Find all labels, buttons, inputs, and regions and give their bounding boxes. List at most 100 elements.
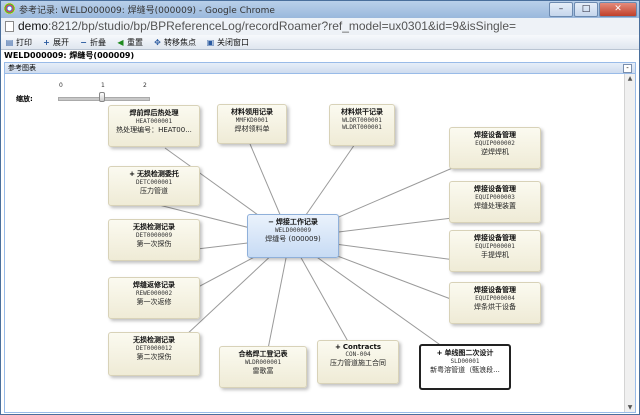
node-title: 焊缝返修记录 [133, 281, 175, 289]
node-code: WELD000009 [274, 227, 312, 234]
node-ndt-commission[interactable]: + 无损检测委托 DETC000001 压力管道 [108, 166, 200, 206]
node-title: 材料烘干记录 [341, 108, 383, 116]
print-label: 打印 [16, 37, 32, 47]
expand-icon: + [43, 37, 50, 47]
node-desc: 焊条烘干设备 [474, 303, 516, 311]
node-weld-repair[interactable]: 焊缝返修记录 REWE000002 第一次返修 [108, 277, 200, 319]
node-desc: 焊缝处理装置 [474, 202, 516, 210]
node-ndt-record-1[interactable]: 无损检测记录 DET0000009 第一次探伤 [108, 219, 200, 261]
scroll-up-arrow-icon[interactable]: ▲ [625, 74, 635, 83]
node-desc: 新粤溶管道（甄浪段... [430, 366, 500, 374]
node-desc: WLDRT000001 [342, 124, 382, 131]
node-code: DET0000012 [135, 345, 173, 352]
node-desc: 压力管道 [140, 187, 168, 195]
node-title: 焊接工作记录 [275, 218, 318, 226]
collapse-node-icon[interactable]: − [268, 218, 274, 226]
node-code: DETC000001 [135, 179, 173, 186]
address-bar[interactable]: demo:8212/bp/studio/bp/BPReferenceLog/re… [1, 18, 639, 36]
close-button[interactable]: ✕ [599, 2, 637, 17]
node-heat-treatment[interactable]: 焊前焊后热处理 HEAT000001 热处理编号：HEAT00... [108, 105, 200, 147]
minimize-button[interactable]: – [549, 2, 573, 17]
node-code: EQUIP000001 [475, 243, 515, 250]
expand-node-icon[interactable]: + [335, 343, 341, 351]
node-equipment-4[interactable]: 焊接设备管理 EQUIP000004 焊条烘干设备 [449, 282, 541, 324]
node-equipment-1[interactable]: 焊接设备管理 EQUIP000001 手提焊机 [449, 230, 541, 272]
node-title: 无损检测记录 [133, 336, 175, 344]
browser-window: 参考记录: WELD000009: 焊缝号(000009) - Google C… [0, 0, 640, 415]
close-window-icon: ▣ [206, 37, 215, 47]
node-title: 焊接设备管理 [474, 286, 516, 294]
zoom-tick-0: 0 [59, 82, 63, 89]
node-title: 合格焊工登记表 [238, 350, 288, 358]
chrome-icon [4, 3, 15, 14]
url-text[interactable]: demo:8212/bp/studio/bp/BPReferenceLog/re… [18, 19, 516, 33]
node-title: 材料领用记录 [231, 108, 273, 116]
reset-button[interactable]: ◀ 重置 [116, 37, 143, 48]
node-contracts[interactable]: + Contracts CON-004 压力管道施工合同 [317, 340, 399, 384]
maximize-button[interactable]: □ [574, 2, 598, 17]
node-desc: 焊缝号 (000009) [265, 235, 321, 243]
node-code: MMFKD0001 [235, 117, 269, 124]
move-focus-button[interactable]: ✥ 转移焦点 [153, 37, 196, 48]
record-title: WELD000009: 焊缝号(000009) [1, 50, 639, 62]
node-ndt-record-2[interactable]: 无损检测记录 DET0000012 第二次探伤 [108, 332, 200, 376]
node-equipment-2[interactable]: 焊接设备管理 EQUIP000002 逆焊焊机 [449, 127, 541, 169]
node-code: CON-004 [345, 351, 371, 358]
node-center-welding-record[interactable]: − 焊接工作记录 WELD000009 焊缝号 (000009) [247, 214, 339, 258]
collapse-button[interactable]: − 折叠 [79, 37, 106, 48]
graph-canvas[interactable]: 缩放: 0 1 2 焊前焊后热处理 HEAT000001 热处理编号：HEAT0… [5, 74, 625, 412]
url-host: demo [18, 19, 49, 33]
reset-icon: ◀ [117, 37, 124, 47]
title-bar: 参考记录: WELD000009: 焊缝号(000009) - Google C… [1, 1, 639, 18]
node-code: WLDRT000001 [342, 117, 382, 124]
node-desc: 压力管道施工合同 [330, 359, 386, 367]
panel-title: 参考图表 [8, 64, 36, 72]
node-title: 焊接设备管理 [474, 185, 516, 193]
node-title: 焊前焊后热处理 [129, 109, 179, 117]
expand-node-icon[interactable]: + [129, 170, 135, 178]
node-desc: 热处理编号：HEAT00... [116, 126, 192, 134]
node-desc: 雷歌富 [252, 367, 274, 375]
url-path: :8212/bp/studio/bp/BPReferenceLog/record… [48, 19, 517, 33]
toolbar: ▤ 打印 + 展开 − 折叠 ◀ 重置 ✥ 转移焦点 ▣ 关闭窗口 [1, 35, 639, 50]
node-desc: 第一次探伤 [136, 240, 172, 248]
node-isometric-design[interactable]: + 单线图二次设计 SLD00001 新粤溶管道（甄浪段... [419, 344, 511, 390]
node-desc: 逆焊焊机 [481, 148, 509, 156]
node-code: EQUIP000004 [475, 295, 515, 302]
node-desc: 手提焊机 [481, 251, 509, 259]
vertical-scrollbar[interactable]: ▲ ▼ [624, 74, 635, 412]
zoom-slider-thumb[interactable] [99, 92, 105, 102]
print-button[interactable]: ▤ 打印 [5, 37, 32, 48]
reference-chart-panel: 参考图表 - 缩放: 0 1 2 焊前焊后热处理 HEAT000001 热处理编… [4, 62, 636, 413]
node-title: 单线图二次设计 [444, 349, 494, 357]
collapse-label: 折叠 [90, 37, 106, 47]
node-code: EQUIP000002 [475, 140, 515, 147]
scroll-down-arrow-icon[interactable]: ▼ [625, 403, 635, 412]
expand-label: 展开 [53, 37, 69, 47]
collapse-panel-icon[interactable]: - [623, 64, 632, 73]
node-desc: 第一次返修 [136, 298, 172, 306]
page-icon [5, 21, 14, 32]
node-title: 无损检测委托 [136, 170, 179, 178]
collapse-icon: − [80, 37, 87, 47]
expand-node-icon[interactable]: + [437, 349, 443, 357]
node-equipment-3[interactable]: 焊接设备管理 EQUIP000003 焊缝处理装置 [449, 181, 541, 223]
printer-icon: ▤ [5, 37, 14, 47]
zoom-tick-2: 2 [143, 82, 147, 89]
node-title: 焊接设备管理 [474, 234, 516, 242]
node-desc: 焊材领料单 [234, 125, 270, 133]
move-focus-label: 转移焦点 [164, 37, 196, 47]
node-code: HEAT000001 [135, 118, 173, 125]
node-material-requisition[interactable]: 材料领用记录 MMFKD0001 焊材领料单 [217, 104, 287, 144]
node-code: DET0000009 [135, 232, 173, 239]
close-window-label: 关闭窗口 [217, 37, 249, 47]
node-material-drying[interactable]: 材料烘干记录 WLDRT000001 WLDRT000001 [329, 104, 395, 146]
zoom-label: 缩放: [16, 95, 33, 103]
node-code: SLD00001 [450, 358, 480, 365]
node-qualified-welder[interactable]: 合格焊工登记表 WLDR000001 雷歌富 [219, 346, 307, 388]
node-desc: 第二次探伤 [136, 353, 172, 361]
expand-button[interactable]: + 展开 [42, 37, 69, 48]
node-code: REWE000002 [135, 290, 173, 297]
close-window-button[interactable]: ▣ 关闭窗口 [206, 37, 249, 48]
node-title: 无损检测记录 [133, 223, 175, 231]
